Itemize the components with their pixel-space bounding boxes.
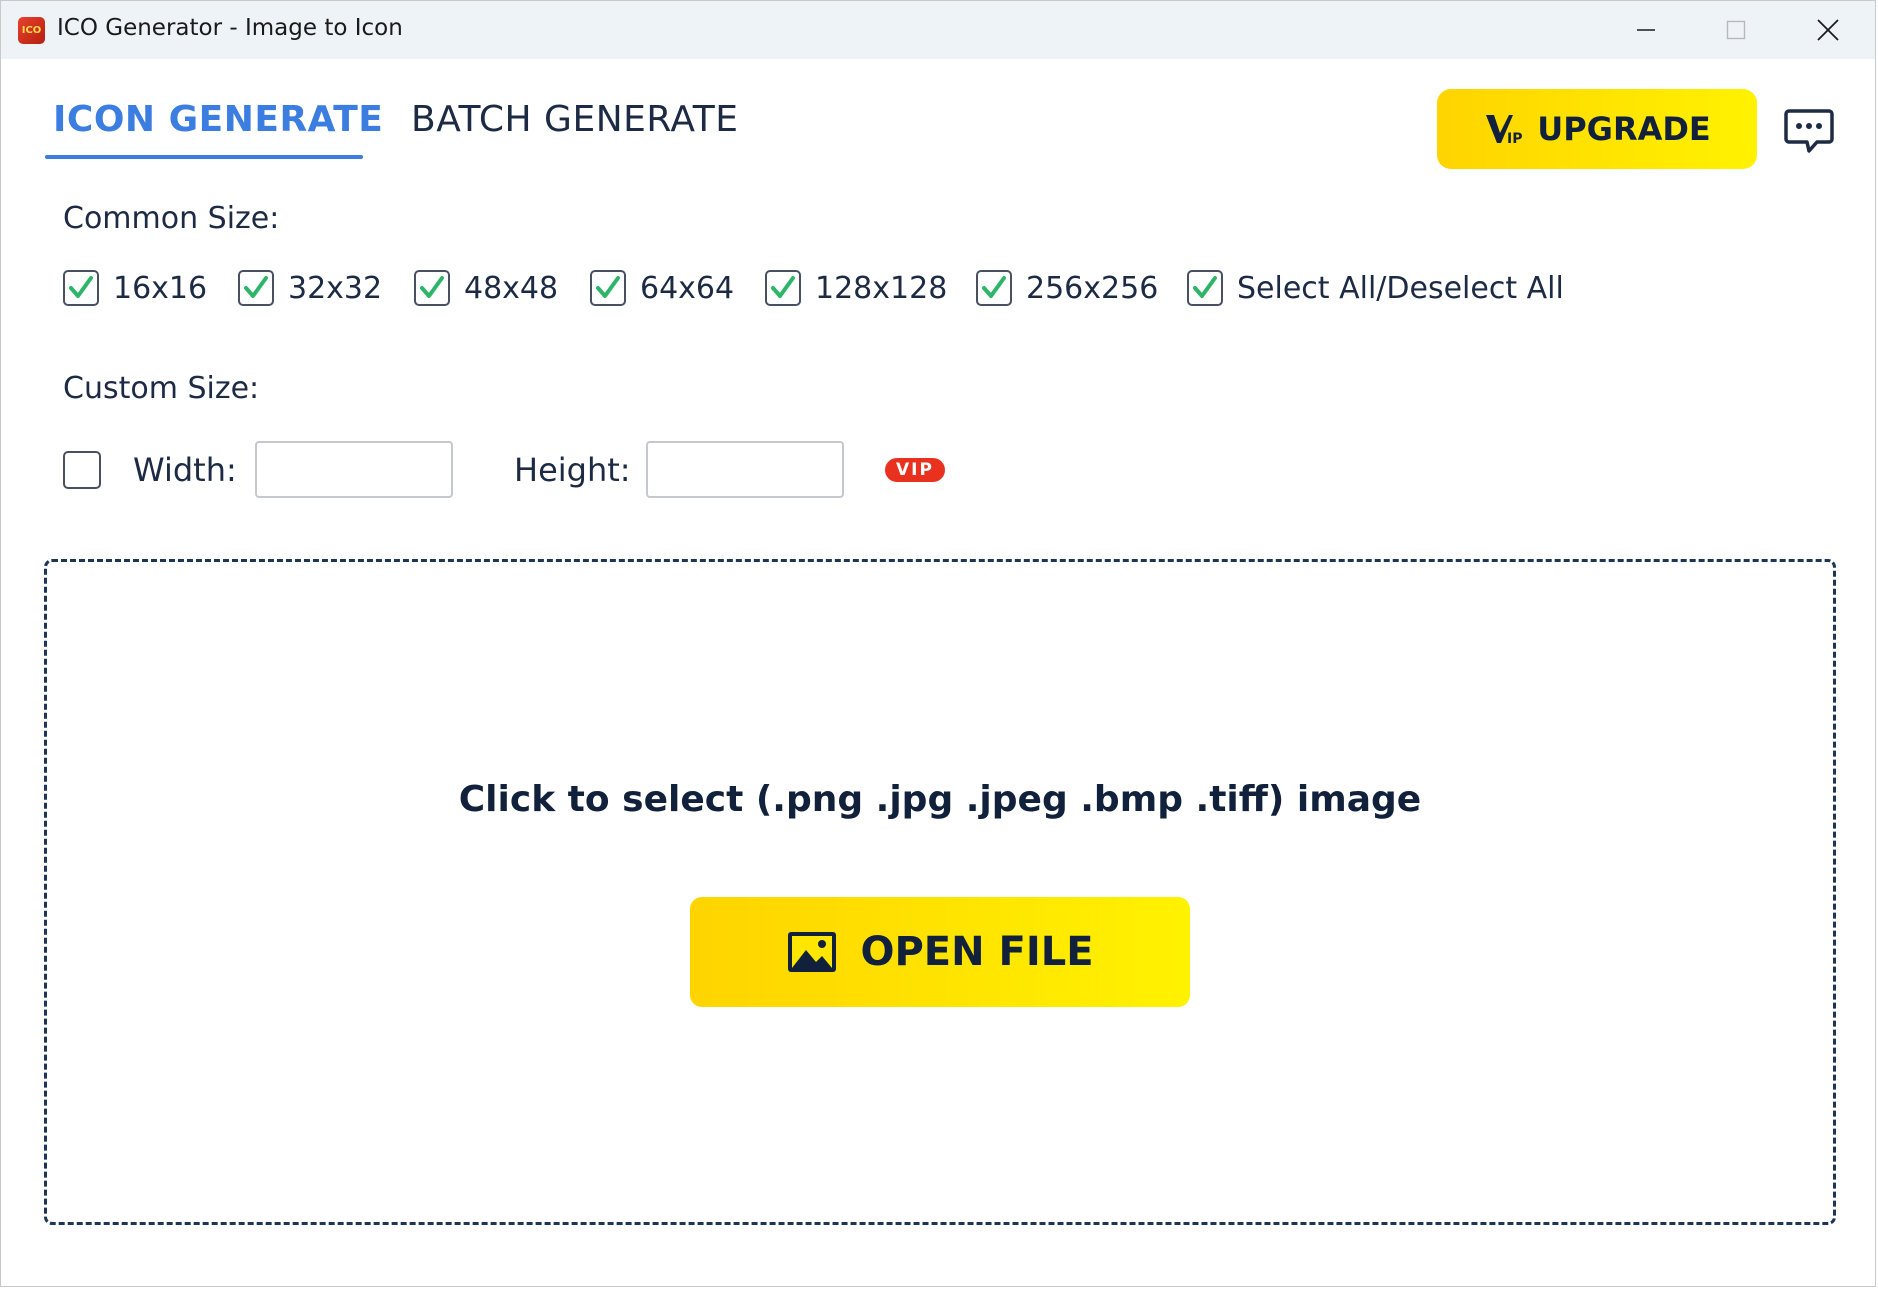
checkmark-icon bbox=[982, 276, 1006, 298]
tab-batch-generate[interactable]: BATCH GENERATE bbox=[411, 99, 739, 140]
checkbox-label: Select All/Deselect All bbox=[1237, 270, 1564, 306]
height-input[interactable] bbox=[646, 441, 844, 498]
height-label: Height: bbox=[514, 451, 631, 489]
close-icon bbox=[1817, 19, 1839, 41]
svg-text:IP: IP bbox=[1507, 131, 1522, 147]
open-file-label: OPEN FILE bbox=[860, 929, 1094, 975]
window-title: ICO Generator - Image to Icon bbox=[57, 15, 403, 41]
checkbox-box[interactable] bbox=[414, 270, 450, 306]
checkmark-icon bbox=[596, 276, 620, 298]
upgrade-label: UPGRADE bbox=[1537, 110, 1711, 148]
vip-badge: VIP bbox=[885, 458, 945, 482]
checkbox-256x256[interactable]: 256x256 bbox=[976, 270, 1158, 306]
app-logo-icon: ICO bbox=[18, 17, 45, 44]
custom-size-label: Custom Size: bbox=[63, 371, 260, 406]
minimize-icon bbox=[1637, 29, 1655, 31]
checkmark-icon bbox=[1193, 276, 1217, 298]
checkbox-label: 256x256 bbox=[1026, 270, 1159, 306]
minimize-button[interactable] bbox=[1601, 1, 1691, 59]
chat-bubble-icon bbox=[1784, 109, 1834, 153]
image-icon bbox=[788, 932, 837, 972]
checkbox-label: 128x128 bbox=[815, 270, 948, 306]
checkbox-box[interactable] bbox=[1187, 270, 1223, 306]
checkbox-label: 64x64 bbox=[640, 270, 735, 306]
checkbox-label: 48x48 bbox=[464, 270, 559, 306]
checkbox-16x16[interactable]: 16x16 bbox=[63, 270, 207, 306]
title-bar: ICO ICO Generator - Image to Icon bbox=[1, 1, 1875, 59]
width-label: Width: bbox=[133, 451, 237, 489]
common-size-label: Common Size: bbox=[63, 201, 280, 236]
custom-size-checkbox[interactable] bbox=[63, 451, 101, 489]
checkbox-32x32[interactable]: 32x32 bbox=[238, 270, 382, 306]
checkbox-box[interactable] bbox=[238, 270, 274, 306]
maximize-button[interactable] bbox=[1691, 1, 1781, 59]
checkmark-icon bbox=[771, 276, 795, 298]
drop-zone-hint: Click to select (.png .jpg .jpeg .bmp .t… bbox=[458, 779, 1422, 820]
checkbox-128x128[interactable]: 128x128 bbox=[765, 270, 947, 306]
checkbox-select-all[interactable]: Select All/Deselect All bbox=[1187, 270, 1564, 306]
maximize-icon bbox=[1726, 20, 1746, 40]
feedback-button[interactable] bbox=[1783, 105, 1835, 157]
width-input[interactable] bbox=[255, 441, 453, 498]
close-button[interactable] bbox=[1783, 1, 1873, 59]
checkbox-48x48[interactable]: 48x48 bbox=[414, 270, 558, 306]
active-tab-indicator bbox=[45, 155, 363, 159]
checkbox-box[interactable] bbox=[590, 270, 626, 306]
checkmark-icon bbox=[69, 276, 93, 298]
checkbox-box[interactable] bbox=[63, 270, 99, 306]
vip-icon: IP bbox=[1486, 115, 1523, 147]
app-window: ICO ICO Generator - Image to Icon ICON G… bbox=[0, 0, 1876, 1287]
tab-icon-generate[interactable]: ICON GENERATE bbox=[53, 99, 383, 140]
image-drop-zone[interactable] bbox=[44, 559, 1836, 1225]
upgrade-button[interactable]: IP UPGRADE bbox=[1437, 89, 1757, 169]
checkbox-box[interactable] bbox=[976, 270, 1012, 306]
open-file-button[interactable]: OPEN FILE bbox=[690, 897, 1190, 1007]
checkbox-64x64[interactable]: 64x64 bbox=[590, 270, 734, 306]
checkmark-icon bbox=[420, 276, 444, 298]
checkbox-label: 32x32 bbox=[288, 270, 383, 306]
checkbox-label: 16x16 bbox=[113, 270, 208, 306]
checkmark-icon bbox=[244, 276, 268, 298]
checkbox-box[interactable] bbox=[765, 270, 801, 306]
